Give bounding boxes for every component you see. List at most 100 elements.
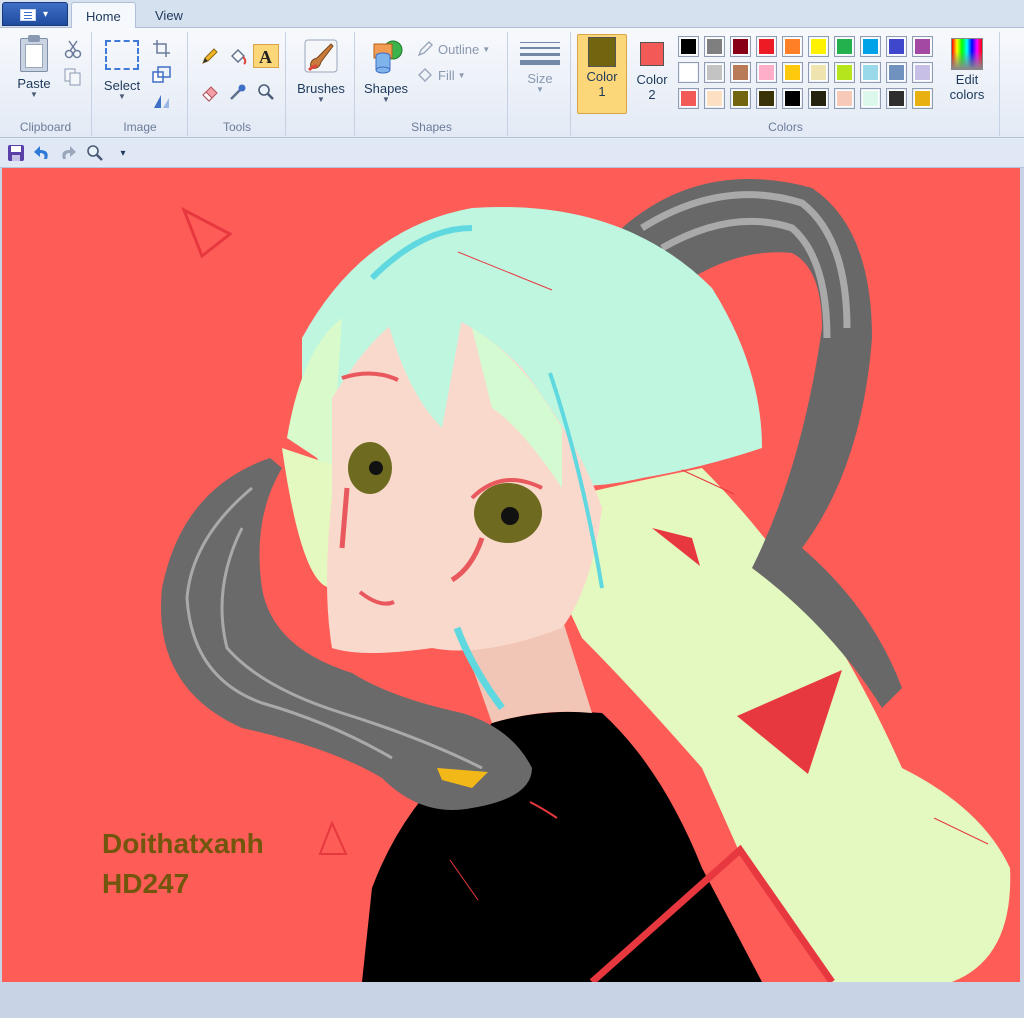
paste-button[interactable]: Paste ▼	[8, 34, 60, 99]
magnifier-tool[interactable]	[253, 80, 279, 104]
palette-color-swatch[interactable]	[860, 62, 881, 83]
color2-button[interactable]: Color 2	[630, 34, 674, 114]
shapes-button[interactable]: Shapes ▼	[358, 36, 414, 104]
brushes-button[interactable]: Brushes ▼	[291, 36, 351, 104]
text-icon: A	[259, 47, 272, 66]
select-label: Select	[103, 78, 141, 93]
palette-color-swatch[interactable]	[782, 62, 803, 83]
palette-color-swatch[interactable]	[886, 62, 907, 83]
palette-color-swatch[interactable]	[834, 62, 855, 83]
palette-color-swatch[interactable]	[912, 36, 933, 57]
palette-color-swatch[interactable]	[808, 62, 829, 83]
palette-color-swatch[interactable]	[704, 62, 725, 83]
color1-label-line1: Color	[586, 69, 618, 84]
palette-color-swatch[interactable]	[808, 36, 829, 57]
select-button[interactable]: Select ▼	[99, 40, 145, 101]
tools-group: A Tools	[189, 32, 286, 136]
palette-color-swatch[interactable]	[704, 36, 725, 57]
paint-menu-icon	[20, 9, 36, 21]
drawing-canvas[interactable]: Doithatxanh HD247	[2, 168, 1020, 982]
text-tool[interactable]: A	[253, 44, 279, 68]
undo-icon	[34, 146, 48, 159]
image-group: Select ▼ ▼ Image	[93, 32, 188, 136]
palette-color-swatch[interactable]	[782, 36, 803, 57]
select-rectangle-icon	[105, 40, 139, 70]
edit-colors-button[interactable]: Edit colors	[942, 36, 992, 116]
outline-pen-icon	[417, 41, 433, 57]
palette-color-swatch[interactable]	[808, 88, 829, 109]
crop-icon[interactable]	[151, 38, 173, 60]
palette-color-swatch[interactable]	[704, 88, 725, 109]
brush-icon	[304, 39, 338, 73]
tab-view[interactable]: View	[141, 2, 197, 29]
redo-button[interactable]	[57, 143, 79, 163]
palette-color-swatch[interactable]	[730, 36, 751, 57]
palette-color-swatch[interactable]	[678, 36, 699, 57]
pencil-icon	[202, 48, 218, 64]
tab-home[interactable]: Home	[71, 2, 136, 29]
rotate-icon[interactable]: ▼	[151, 90, 173, 112]
pencil-tool[interactable]	[197, 44, 223, 68]
palette-color-swatch[interactable]	[782, 88, 803, 109]
color1-label-line2: 1	[598, 84, 606, 99]
colors-group-label: Colors	[768, 120, 803, 134]
zoom-button[interactable]	[84, 143, 106, 163]
ribbon: Paste ▼ Clipboard Select ▼ Image A Tools…	[0, 28, 1024, 138]
magnifier-icon	[258, 84, 274, 100]
palette-color-swatch[interactable]	[912, 88, 933, 109]
canvas-area[interactable]: Doithatxanh HD247	[0, 168, 1024, 1018]
quick-access-toolbar: ▾	[0, 139, 1024, 168]
palette-color-swatch[interactable]	[678, 88, 699, 109]
copy-icon[interactable]	[62, 66, 84, 88]
palette-color-swatch[interactable]	[678, 62, 699, 83]
palette-color-swatch[interactable]	[912, 62, 933, 83]
paint-bucket-icon	[231, 49, 247, 65]
palette-color-swatch[interactable]	[886, 88, 907, 109]
cut-icon[interactable]	[62, 38, 84, 60]
palette-color-swatch[interactable]	[834, 88, 855, 109]
palette-color-swatch[interactable]	[756, 62, 777, 83]
color-spectrum-icon	[951, 38, 983, 70]
paste-icon	[17, 34, 51, 74]
fill-tool[interactable]	[225, 44, 251, 68]
clipboard-group-label: Clipboard	[19, 120, 72, 134]
save-button[interactable]	[5, 143, 27, 163]
customize-dropdown-icon: ▾	[120, 147, 126, 159]
palette-color-swatch[interactable]	[860, 36, 881, 57]
palette-color-swatch[interactable]	[730, 62, 751, 83]
color2-swatch	[640, 42, 664, 66]
outline-button[interactable]: Outline ▼	[416, 40, 490, 58]
chevron-down-icon: ▼	[30, 90, 38, 99]
paint-window: ▾ Home View Paste ▼ Clipboard Select ▼ I…	[0, 0, 1024, 1018]
fill-button[interactable]: Fill ▼	[416, 66, 466, 84]
eraser-icon	[202, 86, 218, 102]
size-button[interactable]: Size ▼	[515, 42, 565, 94]
resize-icon[interactable]	[151, 64, 173, 86]
chevron-down-icon: ▼	[457, 70, 466, 80]
signature-line1: Doithatxanh	[102, 828, 264, 859]
palette-color-swatch[interactable]	[834, 36, 855, 57]
outline-label: Outline	[438, 41, 480, 57]
paste-label: Paste	[17, 76, 51, 91]
palette-color-swatch[interactable]	[756, 36, 777, 57]
customize-quick-access-button[interactable]: ▾	[112, 143, 134, 163]
zoom-icon	[87, 145, 103, 161]
palette-color-swatch[interactable]	[886, 36, 907, 57]
save-icon	[8, 145, 24, 161]
paint-menu-button[interactable]: ▾	[2, 2, 68, 26]
palette-color-swatch[interactable]	[730, 88, 751, 109]
color2-label-line2: 2	[648, 87, 656, 102]
shapes-group-label: Shapes	[411, 120, 452, 134]
color2-label-line1: Color	[636, 72, 668, 87]
shapes-group: Shapes ▼ Outline ▼ Fill ▼ Shapes	[356, 32, 508, 136]
eraser-tool[interactable]	[197, 80, 223, 104]
svg-text:A: A	[259, 47, 272, 66]
color-picker-tool[interactable]	[225, 80, 251, 104]
line-size-icon	[520, 42, 560, 65]
ribbon-tab-strip: ▾ Home View	[0, 0, 1024, 29]
color1-button[interactable]: Color 1	[577, 34, 627, 114]
palette-color-swatch[interactable]	[860, 88, 881, 109]
palette-color-swatch[interactable]	[756, 88, 777, 109]
undo-button[interactable]	[31, 143, 53, 163]
redo-icon	[62, 146, 76, 159]
